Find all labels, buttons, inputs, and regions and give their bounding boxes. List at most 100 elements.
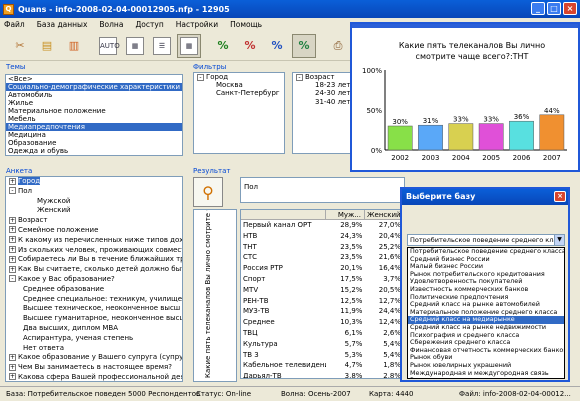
filter-age-item[interactable]: 18-23 лет — [293, 81, 351, 89]
question-tree-item[interactable]: Два высших, диплом MBA — [6, 324, 182, 334]
menu-database[interactable]: База данных — [37, 20, 88, 29]
theme-item[interactable]: Мебель — [6, 115, 182, 123]
save-button[interactable]: ▥ — [62, 34, 86, 58]
themes-list[interactable]: <Все> Социально-демографические характер… — [5, 74, 183, 156]
crosstab-field[interactable]: Пол — [240, 177, 405, 203]
question-tree-item[interactable]: Мужской — [6, 197, 182, 207]
question-tree-item[interactable]: + Какое образование у Вашего супруга (суп… — [6, 353, 182, 363]
filter-city-tree[interactable]: - Город Москва Санкт-Петербург — [193, 72, 285, 154]
database-list[interactable]: Потребительское поведение среднего класс… — [407, 247, 565, 379]
theme-item[interactable]: Одежда и обувь — [6, 147, 182, 155]
menu-wave[interactable]: Волна — [99, 20, 123, 29]
expand-icon[interactable]: + — [9, 353, 16, 361]
table-button[interactable]: ▦ — [177, 33, 201, 58]
theme-item[interactable]: Медицина — [6, 131, 182, 139]
expand-icon[interactable]: + — [9, 265, 16, 273]
expand-icon[interactable]: + — [9, 373, 16, 381]
columns-button[interactable]: ▦ — [123, 34, 147, 58]
auto-button[interactable]: AUTO — [96, 34, 120, 58]
filter-age-tree[interactable]: - Возраст 18-23 лет 24-30 лет 31-40 лет — [292, 72, 352, 154]
question-tree-item[interactable]: + Семейное положение — [6, 226, 182, 236]
filter-city-item[interactable]: Санкт-Петербург — [194, 89, 284, 97]
maximize-button[interactable]: □ — [547, 2, 561, 15]
collapse-icon[interactable]: - — [9, 275, 16, 283]
expand-icon[interactable]: + — [9, 177, 16, 185]
questionnaire-tree[interactable]: + Город - Пол Мужской Женский + Возраст + Семейно… — [5, 176, 183, 382]
question-tree-item[interactable]: + Город — [6, 177, 182, 187]
theme-item[interactable]: Материальное положение — [6, 107, 182, 115]
collapse-icon[interactable]: - — [197, 73, 204, 81]
table-icon: ▦ — [180, 36, 198, 55]
percent-button-4[interactable]: % — [292, 33, 316, 58]
question-tree-item[interactable]: + К какому из перечисленных ниже типов до… — [6, 236, 182, 246]
tools-button[interactable]: ✂ — [8, 34, 32, 58]
question-tree-item[interactable]: Женский — [6, 206, 182, 216]
question-tree-label: Семейное положение — [18, 225, 99, 234]
theme-item[interactable]: Образование — [6, 139, 182, 147]
percent-button-1[interactable]: % — [211, 34, 235, 58]
percent-button-3[interactable]: % — [265, 34, 289, 58]
table-row: Среднее 10,3% 12,4% — [241, 317, 404, 328]
question-tree-item[interactable]: - Пол — [6, 187, 182, 197]
table-row-label: РЕН-ТВ — [243, 296, 269, 305]
expand-icon[interactable]: + — [9, 255, 16, 263]
minimize-button[interactable]: _ — [531, 2, 545, 15]
open-button[interactable]: ▤ — [35, 34, 59, 58]
question-tree-item[interactable]: Среднее специальное: техникум, училище, — [6, 295, 182, 305]
table-cell: 25,2% — [378, 242, 402, 251]
chevron-down-icon[interactable]: ▼ — [554, 235, 564, 245]
question-tree-item[interactable]: + Какова сфера Вашей профессиональной дея… — [6, 373, 182, 381]
chart-wizard-icon[interactable]: ⚲ — [193, 177, 223, 207]
theme-item[interactable]: Социально-демографические характеристики — [6, 83, 182, 91]
result-label: Результат — [193, 167, 231, 175]
rows-button[interactable]: ☰ — [150, 34, 174, 58]
question-tree-item[interactable]: + Чем Вы занимаетесь в настоящее время? — [6, 363, 182, 373]
question-tree-item[interactable]: + Возраст — [6, 216, 182, 226]
percent-button-2[interactable]: % — [238, 34, 262, 58]
question-tree-item[interactable]: Среднее образование — [6, 285, 182, 295]
question-tree-item[interactable]: + Из скольких человек, проживающих совмес… — [6, 246, 182, 256]
menu-access[interactable]: Доступ — [135, 20, 163, 29]
close-button[interactable]: × — [563, 2, 577, 15]
theme-item[interactable]: Медиапредпочтения — [6, 123, 182, 131]
question-tree-item[interactable]: Нет ответа — [6, 344, 182, 354]
collapse-icon[interactable]: - — [9, 187, 16, 195]
collapse-icon[interactable]: - — [296, 73, 303, 81]
chart-window[interactable]: Какие пять телеканалов Вы лично смотрите… — [350, 22, 580, 172]
database-select[interactable]: Потребительское поведение среднего класс… — [407, 234, 565, 246]
filter-city-node[interactable]: - Город — [194, 73, 284, 81]
theme-item[interactable]: Жилье — [6, 99, 182, 107]
question-tree-item[interactable]: - Какое у Вас образование? — [6, 275, 182, 285]
menu-file[interactable]: Файл — [4, 20, 25, 29]
table-row: Спорт 17,5% 3,7% — [241, 274, 404, 285]
expand-icon[interactable]: + — [9, 216, 16, 224]
select-database-dialog[interactable]: Выберите базу × Потребительское поведени… — [400, 187, 570, 382]
menu-help[interactable]: Помощь — [230, 20, 262, 29]
print-button[interactable]: ⎙ — [326, 34, 350, 58]
expand-icon[interactable]: + — [9, 226, 16, 234]
theme-item[interactable]: <Все> — [6, 75, 182, 83]
question-tree-label: Среднее образование — [23, 284, 105, 293]
question-tree-item[interactable]: + Как Вы считаете, сколько детей должно б… — [6, 265, 182, 275]
filter-age-item[interactable]: 31-40 лет — [293, 98, 351, 106]
theme-item[interactable]: Автомобиль — [6, 91, 182, 99]
table-row-label: НТВ — [243, 231, 258, 240]
dialog-close-button[interactable]: × — [554, 191, 566, 202]
percent-icon: % — [298, 39, 310, 52]
expand-icon[interactable]: + — [9, 363, 16, 371]
filter-age-node[interactable]: - Возраст — [293, 73, 351, 81]
question-tree-item[interactable]: Аспирантура, ученая степень — [6, 334, 182, 344]
table-cell: 3,8% — [344, 372, 363, 379]
filter-city-item[interactable]: Москва — [194, 81, 284, 89]
question-tree-item[interactable]: Высшее гуманитарное, неоконченное высш — [6, 314, 182, 324]
col-header-female[interactable]: Женский — [365, 210, 404, 219]
database-list-item[interactable]: Розничные сети — [408, 376, 564, 378]
col-header-male[interactable]: Муж... — [326, 210, 365, 219]
col-header-row-label — [241, 210, 326, 219]
question-tree-item[interactable]: Высшее техническое, неоконченное высш — [6, 304, 182, 314]
question-tree-item[interactable]: + Собираетесь ли Вы в течение ближайших т… — [6, 255, 182, 265]
menu-settings[interactable]: Настройки — [176, 20, 218, 29]
filter-age-item[interactable]: 24-30 лет — [293, 89, 351, 97]
expand-icon[interactable]: + — [9, 236, 16, 244]
expand-icon[interactable]: + — [9, 246, 16, 254]
